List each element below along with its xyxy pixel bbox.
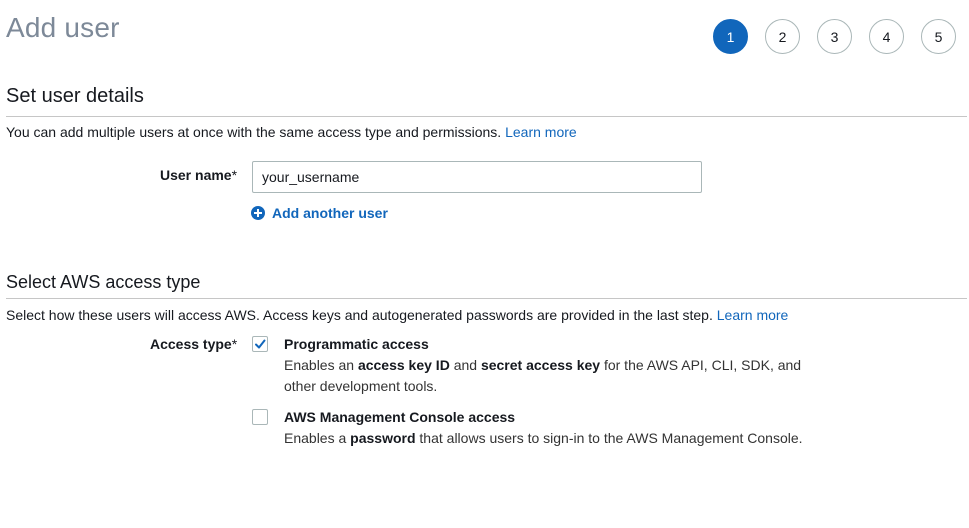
step-1[interactable]: 1 bbox=[713, 19, 748, 54]
checkmark-icon bbox=[255, 339, 266, 349]
step-5[interactable]: 5 bbox=[921, 19, 956, 54]
programmatic-access-title: Programmatic access bbox=[284, 336, 429, 352]
wizard-steps: 1 2 3 4 5 bbox=[713, 19, 956, 54]
add-another-user-label: Add another user bbox=[272, 205, 388, 221]
console-access-checkbox[interactable] bbox=[252, 409, 268, 425]
user-details-description-text: You can add multiple users at once with … bbox=[6, 124, 502, 140]
step-4[interactable]: 4 bbox=[869, 19, 904, 54]
page-title: Add user bbox=[6, 12, 120, 43]
learn-more-link[interactable]: Learn more bbox=[505, 124, 577, 140]
programmatic-access-description: Enables an access key ID and secret acce… bbox=[284, 357, 802, 394]
user-name-label-text: User name bbox=[160, 167, 232, 183]
add-another-user-button[interactable]: Add another user bbox=[251, 205, 388, 221]
console-access-description: Enables a password that allows users to … bbox=[284, 430, 803, 446]
learn-more-link[interactable]: Learn more bbox=[717, 307, 789, 323]
user-name-label: User name* bbox=[160, 167, 237, 183]
step-3[interactable]: 3 bbox=[817, 19, 852, 54]
access-type-description: Select how these users will access AWS. … bbox=[6, 307, 788, 323]
section-divider bbox=[6, 116, 967, 117]
user-name-input[interactable] bbox=[252, 161, 702, 193]
required-mark: * bbox=[231, 336, 238, 352]
user-details-heading: Set user details bbox=[6, 85, 144, 107]
add-user-page: Add user 1 2 3 4 5 Set user details You … bbox=[0, 0, 969, 528]
access-type-label: Access type* bbox=[150, 336, 237, 352]
access-type-description-text: Select how these users will access AWS. … bbox=[6, 307, 713, 323]
user-details-description: You can add multiple users at once with … bbox=[6, 124, 577, 140]
section-divider bbox=[6, 298, 967, 299]
step-2[interactable]: 2 bbox=[765, 19, 800, 54]
access-type-heading: Select AWS access type bbox=[6, 272, 201, 292]
console-access-title: AWS Management Console access bbox=[284, 409, 516, 425]
required-mark: * bbox=[231, 167, 238, 183]
access-type-label-text: Access type bbox=[150, 336, 232, 352]
plus-circle-icon bbox=[251, 206, 265, 220]
programmatic-access-checkbox[interactable] bbox=[252, 336, 268, 352]
